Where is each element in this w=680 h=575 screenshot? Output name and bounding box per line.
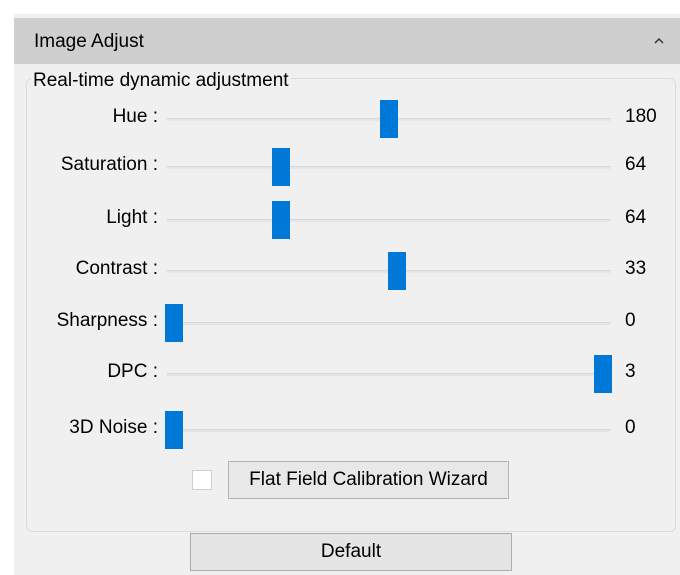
slider-track[interactable] (167, 166, 611, 169)
slider-row-dpc: DPC : 3 (0, 354, 680, 394)
slider-value: 0 (625, 310, 636, 331)
flat-field-checkbox[interactable] (192, 470, 212, 490)
slider-value: 64 (625, 207, 647, 228)
slider-value: 180 (625, 106, 657, 127)
slider-thumb[interactable] (165, 411, 183, 449)
slider-label: DPC : (107, 361, 158, 382)
slider-thumb[interactable] (379, 100, 398, 138)
slider-track[interactable] (167, 322, 611, 325)
slider-value: 3 (625, 361, 636, 382)
slider-label: 3D Noise : (69, 417, 158, 438)
slider-value: 33 (625, 258, 647, 279)
slider-thumb[interactable] (272, 201, 291, 239)
slider-row-3d-noise: 3D Noise : 0 (0, 410, 680, 450)
slider-row-hue: Hue : 180 (0, 99, 680, 139)
slider-thumb[interactable] (165, 304, 183, 342)
slider-label: Contrast : (75, 258, 158, 279)
slider-track[interactable] (167, 429, 611, 432)
slider-label: Saturation : (60, 154, 158, 175)
slider-row-saturation: Saturation : 64 (0, 147, 680, 187)
panel-title: Image Adjust (34, 31, 144, 52)
slider-row-sharpness: Sharpness : 0 (0, 303, 680, 343)
slider-thumb[interactable] (594, 355, 612, 393)
slider-value: 64 (625, 154, 647, 175)
panel-header[interactable]: Image Adjust (14, 18, 680, 64)
slider-label: Sharpness : (56, 310, 158, 331)
slider-thumb[interactable] (272, 148, 291, 186)
slider-row-contrast: Contrast : 33 (0, 251, 680, 291)
slider-label: Light : (106, 207, 158, 228)
slider-track[interactable] (167, 373, 611, 376)
slider-row-light: Light : 64 (0, 200, 680, 240)
slider-thumb[interactable] (388, 252, 407, 290)
slider-label: Hue : (112, 106, 158, 127)
default-button[interactable]: Default (190, 533, 512, 571)
slider-value: 0 (625, 417, 636, 438)
slider-track[interactable] (167, 219, 611, 222)
flat-field-calibration-wizard-button[interactable]: Flat Field Calibration Wizard (228, 461, 509, 499)
chevron-up-icon[interactable] (652, 34, 666, 48)
group-legend: Real-time dynamic adjustment (31, 70, 291, 92)
